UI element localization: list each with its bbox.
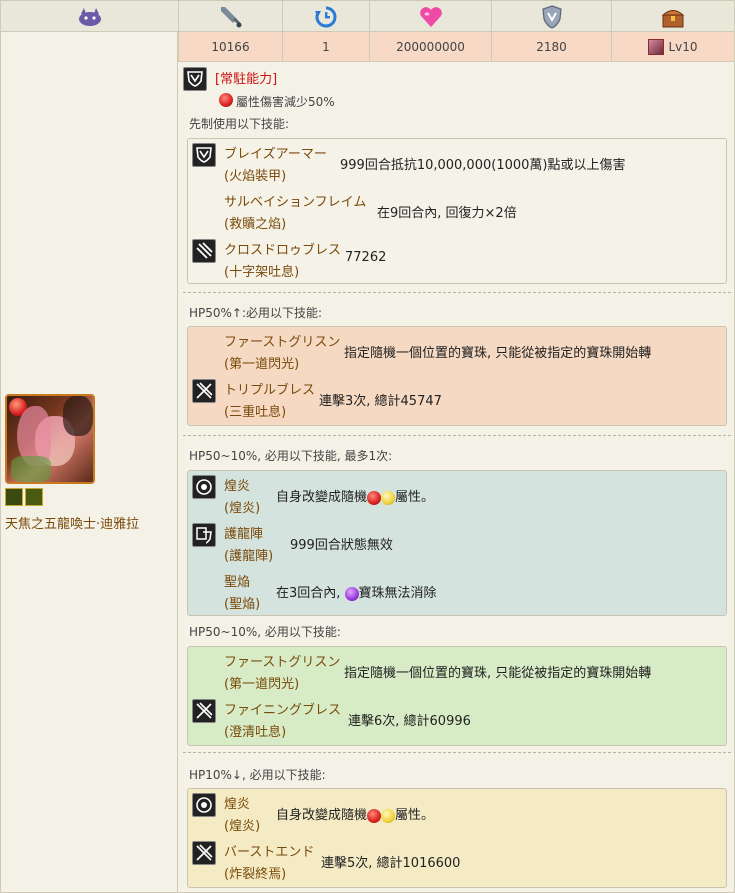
turn-icon [315, 6, 337, 27]
light-orb-icon [381, 808, 396, 823]
monster-icon [78, 7, 101, 26]
skill-description: 999回合抵抗10,000,000(1000萬)點或以上傷害 [340, 158, 626, 173]
preemptive-heading: 先制使用以下技能: [189, 117, 290, 131]
skill-cn-name: (救贖之焰) [224, 217, 287, 232]
skill-description: 自身改變成隨機 屬性。 [276, 490, 435, 505]
skill-jp-name: 聖焔 [224, 575, 251, 590]
hp-header-cell [369, 1, 491, 32]
shield-skill-icon [192, 143, 216, 167]
monster-name[interactable]: 天焦之五龍喚士·迪雅拉 [5, 513, 139, 532]
awakening-skill-icon[interactable] [25, 488, 43, 506]
drop-cell: Lv10 [611, 32, 734, 62]
treasure-icon [661, 9, 685, 27]
monster-portrait[interactable] [5, 394, 95, 484]
hp50-10-heading: HP50~10%, 必用以下技能: [189, 625, 341, 639]
skill-description: 在9回合內, 回復力×2倍 [377, 206, 517, 221]
skill-jp-name: 煌炎 [224, 797, 251, 812]
skill-jp-name: ブレイズアーマー [224, 147, 327, 162]
hp50-10-once-heading: HP50~10%, 必用以下技能, 最多1次: [189, 449, 393, 463]
skill-cn-name: (三重吐息) [224, 405, 287, 420]
divider [183, 292, 731, 293]
skill-jp-name: 護龍陣 [224, 527, 264, 542]
passive-text: 屬性傷害減少50% [236, 95, 335, 109]
skill-cn-name: (第一道閃光) [224, 677, 300, 692]
orb-change-icon [192, 475, 216, 499]
hp-value: 200000000 [369, 32, 491, 62]
fire-orb-icon [367, 490, 382, 505]
skill-cn-name: (聖焔) [224, 597, 261, 612]
skill-cn-name: (炸裂終焉) [224, 867, 287, 882]
hp10-skill-box: 煌炎 (煌炎) 自身改變成隨機 屬性。 バーストエンド (炸裂終焉) 連擊5次, … [187, 788, 727, 888]
triple-claw-icon [192, 841, 216, 865]
skill-description: 在3回合內, 寶珠無法消除 [276, 586, 437, 601]
skill-cn-name: (煌炎) [224, 819, 261, 834]
triple-claw-icon [192, 699, 216, 723]
sword-icon [220, 6, 241, 27]
skill-description: 連擊5次, 總計1016600 [321, 856, 461, 871]
skill-description: 指定隨機一個位置的寶珠, 只能從被指定的寶珠開始轉 [344, 666, 652, 681]
fire-orb-icon [367, 808, 382, 823]
light-orb-icon [381, 490, 396, 505]
status-guard-icon [192, 523, 216, 547]
awakening-icons [5, 488, 43, 509]
dark-orb-icon [344, 586, 359, 601]
triple-claw-icon [192, 379, 216, 403]
skill-description: 指定隨機一個位置的寶珠, 只能從被指定的寶珠開始轉 [344, 346, 652, 361]
drop-level: Lv10 [668, 40, 698, 54]
skill-cn-name: (火焰裝甲) [224, 169, 287, 184]
skill-cn-name: (第一道閃光) [224, 357, 300, 372]
skill-description: 自身改變成隨機 屬性。 [276, 808, 435, 823]
defense-header-cell [491, 1, 611, 32]
turn-value: 1 [282, 32, 369, 62]
skill-cn-name: (護龍陣) [224, 549, 274, 564]
skill-description: 999回合狀態無效 [290, 538, 393, 553]
preemptive-skill-box: ブレイズアーマー (火焰裝甲) 999回合抵抗10,000,000(1000萬)… [187, 138, 727, 284]
skill-jp-name: ファイニングブレス [224, 703, 342, 718]
attack-header-cell [178, 1, 282, 32]
skill-cn-name: (煌炎) [224, 501, 261, 516]
skill-jp-name: ファーストグリスン [224, 655, 341, 670]
monster-column: 天焦之五龍喚士·迪雅拉 [1, 32, 178, 892]
divider [183, 435, 731, 436]
claw-attack-icon [192, 239, 216, 263]
shield-icon [541, 4, 562, 29]
orb-change-icon [192, 793, 216, 817]
heart-icon [419, 6, 442, 27]
skill-jp-name: ファーストグリスン [224, 335, 341, 350]
hp10-heading: HP10%↓, 必用以下技能: [189, 768, 326, 782]
divider [183, 752, 731, 753]
skill-jp-name: クロスドロゥブレス [224, 243, 342, 258]
skill-description: 連擊3次, 總計45747 [319, 394, 442, 409]
turn-header-cell [282, 1, 369, 32]
hp50up-heading: HP50%↑:必用以下技能: [189, 306, 323, 320]
skill-jp-name: 煌炎 [224, 479, 251, 494]
defense-value: 2180 [491, 32, 611, 62]
monster-header-cell [1, 1, 178, 32]
shield-skill-icon [183, 67, 207, 91]
skill-description: 連擊6次, 總計60996 [348, 714, 471, 729]
hp50-10-once-skill-box: 煌炎 (煌炎) 自身改變成隨機 屬性。 護龍陣 (護龍陣) 999回合狀態無效 聖… [187, 470, 727, 616]
enemy-info-table: 10166 1 200000000 2180 Lv10 天焦之五龍喚士·迪雅拉 … [0, 0, 735, 893]
skill-jp-name: サルベイションフレイム [224, 195, 367, 210]
skill-description: 77262 [345, 250, 387, 265]
skill-cn-name: (澄清吐息) [224, 725, 287, 740]
skill-jp-name: バーストエンド [224, 845, 315, 860]
hp50-10-skill-box: ファーストグリスン (第一道閃光) 指定隨機一個位置的寶珠, 只能從被指定的寶珠… [187, 646, 727, 746]
skill-cn-name: (十字架吐息) [224, 265, 300, 280]
skill-jp-name: トリプルブレス [224, 383, 316, 398]
drop-monster-thumbnail[interactable] [648, 39, 665, 55]
passive-label: [常駐能力] [215, 72, 278, 87]
awakening-skill-icon[interactable] [5, 488, 23, 506]
attack-value: 10166 [178, 32, 282, 62]
fire-orb-icon [219, 93, 233, 107]
hp50up-skill-box: ファーストグリスン (第一道閃光) 指定隨機一個位置的寶珠, 只能從被指定的寶珠… [187, 326, 727, 426]
drop-header-cell [611, 1, 734, 32]
